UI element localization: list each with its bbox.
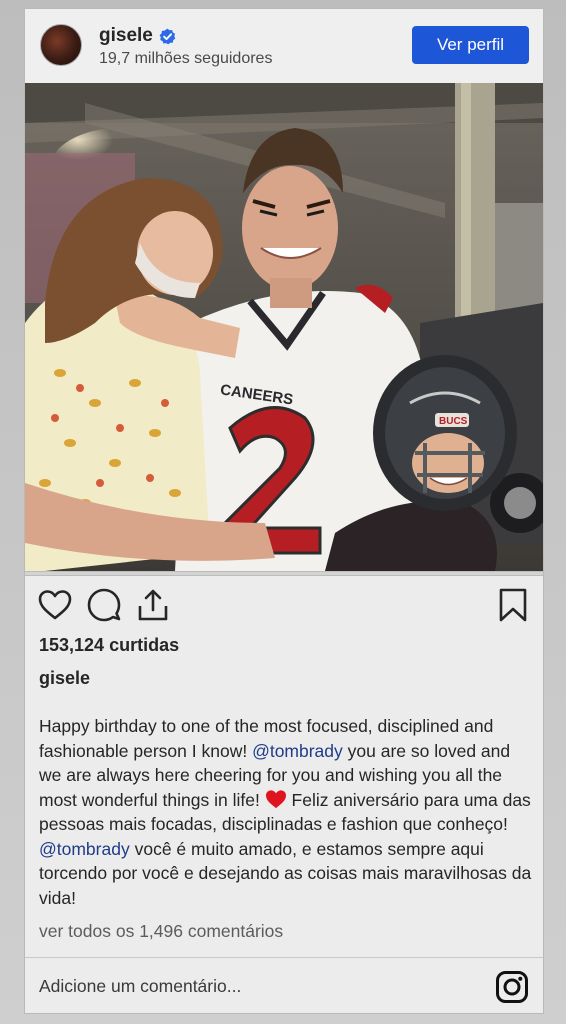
username-row: gisele [99,25,176,47]
comment-bar: Adicione um comentário... [25,957,543,1013]
followers-count: 19,7 milhões seguidores [99,50,273,67]
red-heart-emoji [265,789,286,808]
post-photo-illustration: CANEERS BUCS [25,83,543,571]
caption-username[interactable]: gisele [39,668,90,689]
view-all-comments-link[interactable]: ver todos os 1,496 comentários [39,921,283,942]
instagram-embed-card: gisele 19,7 milhões seguidores Ver perfi… [24,8,544,1014]
post-caption: Happy birthday to one of the most focuse… [39,714,535,910]
mention-link-1[interactable]: @tombrady [252,741,343,761]
instagram-icon[interactable] [495,970,529,1004]
post-header: gisele 19,7 milhões seguidores Ver perfi… [25,9,543,83]
view-profile-button[interactable]: Ver perfil [412,26,529,64]
username[interactable]: gisele [99,25,153,47]
mention-link-2[interactable]: @tombrady [39,839,130,859]
post-photo[interactable]: CANEERS BUCS [25,83,543,571]
verified-badge-icon [159,28,176,44]
profile-avatar[interactable] [40,24,82,66]
post-actions [25,576,543,636]
bookmark-icon[interactable] [495,587,531,623]
svg-text:BUCS: BUCS [439,416,468,427]
heart-icon[interactable] [37,587,73,623]
page: gisele 19,7 milhões seguidores Ver perfi… [0,0,566,1024]
share-icon[interactable] [135,587,171,623]
likes-count[interactable]: 153,124 curtidas [39,635,179,656]
comment-icon[interactable] [86,587,122,623]
add-comment-input[interactable]: Adicione um comentário... [39,976,241,997]
